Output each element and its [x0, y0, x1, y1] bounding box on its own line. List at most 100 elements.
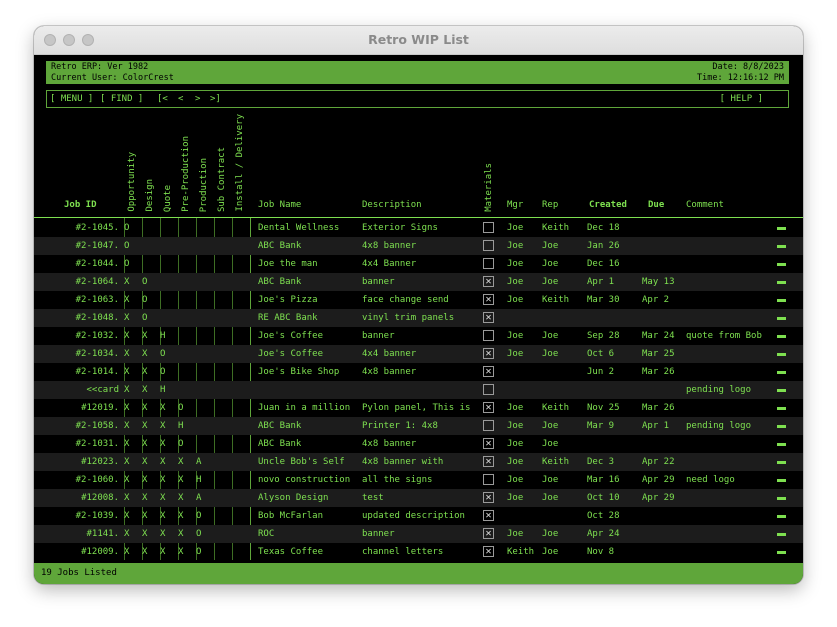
materials-checkbox[interactable]: ✕: [483, 294, 494, 305]
mgr-cell: Joe: [507, 295, 524, 305]
materials-checkbox[interactable]: ✕: [483, 528, 494, 539]
row-action-minus-icon[interactable]: [777, 335, 786, 338]
table-row[interactable]: #1141. X X X X O ROC banner ✕ Joe Joe Apr 24: [34, 525, 803, 543]
table-row[interactable]: #2-1014. X X O Joe's Bike Shop 4x8 banner ✕ Jun…: [34, 363, 803, 381]
row-action-minus-icon[interactable]: [777, 479, 786, 482]
next-record-button[interactable]: >: [195, 91, 200, 107]
table-row[interactable]: #2-1032. X X H Joe's Coffee banner Joe Joe Sep 2…: [34, 327, 803, 345]
materials-checkbox[interactable]: ✕: [483, 348, 494, 359]
created-cell: Nov 8: [587, 547, 615, 557]
materials-checkbox[interactable]: [483, 330, 494, 341]
table-row[interactable]: #2-1034. X X O Joe's Coffee 4x4 banner ✕ Joe Joe…: [34, 345, 803, 363]
stage-cell: X: [124, 313, 130, 323]
row-action-minus-icon[interactable]: [777, 515, 786, 518]
materials-checkbox[interactable]: [483, 240, 494, 251]
column-header-job-id[interactable]: Job ID: [64, 200, 97, 210]
stage-cell: O: [124, 259, 130, 269]
row-action-minus-icon[interactable]: [777, 245, 786, 248]
job-id-cell: #12019.: [81, 403, 119, 413]
column-header-rep[interactable]: Rep: [542, 200, 558, 210]
row-action-minus-icon[interactable]: [777, 389, 786, 392]
column-header-description[interactable]: Description: [362, 200, 422, 210]
mgr-cell: Joe: [507, 475, 524, 485]
column-header-due[interactable]: Due: [648, 200, 664, 210]
row-action-minus-icon[interactable]: [777, 299, 786, 302]
column-header-mgr[interactable]: Mgr: [507, 200, 523, 210]
materials-checkbox[interactable]: ✕: [483, 492, 494, 503]
row-action-minus-icon[interactable]: [777, 551, 786, 554]
table-row[interactable]: #2-1031. X X X O ABC Bank 4x8 banner ✕ Joe Joe: [34, 435, 803, 453]
materials-checkbox[interactable]: [483, 258, 494, 269]
stage-cell: H: [160, 331, 166, 341]
row-action-minus-icon[interactable]: [777, 263, 786, 266]
materials-checkbox[interactable]: ✕: [483, 456, 494, 467]
materials-checkbox[interactable]: ✕: [483, 438, 494, 449]
table-row[interactable]: #12023. X X X X A Uncle Bob's Self 4x8 banner w…: [34, 453, 803, 471]
materials-checkbox[interactable]: [483, 384, 494, 395]
stage-cell: O: [196, 529, 202, 539]
table-row[interactable]: #12009. X X X X O Texas Coffee channel letters ✕…: [34, 543, 803, 561]
description-cell: Exterior Signs: [362, 223, 438, 233]
row-action-minus-icon[interactable]: [777, 227, 786, 230]
materials-checkbox[interactable]: ✕: [483, 402, 494, 413]
menu-button[interactable]: [ MENU ]: [50, 91, 93, 107]
table-row[interactable]: #2-1047. O ABC Bank 4x8 banner Joe Joe Jan 26: [34, 237, 803, 255]
table-row[interactable]: #2-1045. O Dental Wellness Exterior Signs Jo…: [34, 219, 803, 237]
current-user-label: Current User: ColorCrest: [51, 73, 174, 83]
table-row[interactable]: #2-1060. X X X X Hnovo construction all the si…: [34, 471, 803, 489]
column-header-created[interactable]: Created: [589, 200, 627, 210]
materials-checkbox[interactable]: ✕: [483, 546, 494, 557]
created-cell: Jan 26: [587, 241, 620, 251]
mgr-cell: Joe: [507, 403, 524, 413]
row-action-minus-icon[interactable]: [777, 407, 786, 410]
column-header-comment[interactable]: Comment: [686, 200, 724, 210]
table-row[interactable]: #2-1044. O Joe the man 4x4 Banner Joe Joe Dec …: [34, 255, 803, 273]
job-id-cell: #12023.: [81, 457, 119, 467]
table-row[interactable]: <<card X X Hpending logo: [34, 381, 803, 399]
row-action-minus-icon[interactable]: [777, 353, 786, 356]
column-header-stage-production: Production: [199, 157, 209, 212]
table-row[interactable]: #2-1039. X X X X O Bob McFarlan updated descrip…: [34, 507, 803, 525]
date-label: Date: 8/8/2023: [712, 62, 784, 72]
info-header: Retro ERP: Ver 1982 Current User: ColorC…: [46, 61, 789, 84]
table-row[interactable]: #2-1058. X X X H ABC Bank Printer 1: 4x8 Joe Joe…: [34, 417, 803, 435]
last-record-button[interactable]: >]: [210, 91, 221, 107]
row-action-minus-icon[interactable]: [777, 425, 786, 428]
first-record-button[interactable]: [<: [157, 91, 168, 107]
created-cell: Apr 24: [587, 529, 620, 539]
job-name-cell: Joe the man: [258, 259, 318, 269]
row-action-minus-icon[interactable]: [777, 533, 786, 536]
rep-cell: Joe: [542, 277, 559, 287]
find-button[interactable]: [ FIND ]: [100, 91, 143, 107]
stage-cell: X: [124, 475, 130, 485]
materials-checkbox[interactable]: ✕: [483, 276, 494, 287]
row-action-minus-icon[interactable]: [777, 497, 786, 500]
row-action-minus-icon[interactable]: [777, 443, 786, 446]
job-name-cell: Joe's Bike Shop: [258, 367, 340, 377]
materials-checkbox[interactable]: [483, 474, 494, 485]
row-action-minus-icon[interactable]: [777, 371, 786, 374]
job-name-cell: Texas Coffee: [258, 547, 324, 557]
table-row[interactable]: #12019. X X X O Juan in a million Pylon panel,…: [34, 399, 803, 417]
help-button[interactable]: [ HELP ]: [720, 91, 763, 107]
table-row[interactable]: #12008. X X X X A Alyson Design test ✕ Joe Joe Oct …: [34, 489, 803, 507]
job-id-cell: #2-1047.: [75, 241, 119, 251]
previous-record-button[interactable]: <: [178, 91, 183, 107]
job-id-cell: #2-1063.: [75, 295, 119, 305]
stage-cell: X: [142, 529, 148, 539]
table-row[interactable]: #2-1064. X O ABC Bank banner ✕ Joe Joe Apr 1 May …: [34, 273, 803, 291]
table-row[interactable]: #2-1048. X O RE ABC Bank vinyl trim panels ✕: [34, 309, 803, 327]
stage-cell: X: [160, 493, 166, 503]
row-action-minus-icon[interactable]: [777, 281, 786, 284]
table-row[interactable]: #2-1063. X O Joe's Pizza face change send ✕ Jo…: [34, 291, 803, 309]
materials-checkbox[interactable]: ✕: [483, 366, 494, 377]
column-header-job-name[interactable]: Job Name: [258, 200, 301, 210]
row-action-minus-icon[interactable]: [777, 317, 786, 320]
materials-checkbox[interactable]: [483, 420, 494, 431]
materials-checkbox[interactable]: [483, 222, 494, 233]
materials-checkbox[interactable]: ✕: [483, 510, 494, 521]
materials-checkbox[interactable]: ✕: [483, 312, 494, 323]
header-divider: [34, 217, 803, 218]
row-action-minus-icon[interactable]: [777, 461, 786, 464]
job-id-cell: <<card: [86, 385, 119, 395]
